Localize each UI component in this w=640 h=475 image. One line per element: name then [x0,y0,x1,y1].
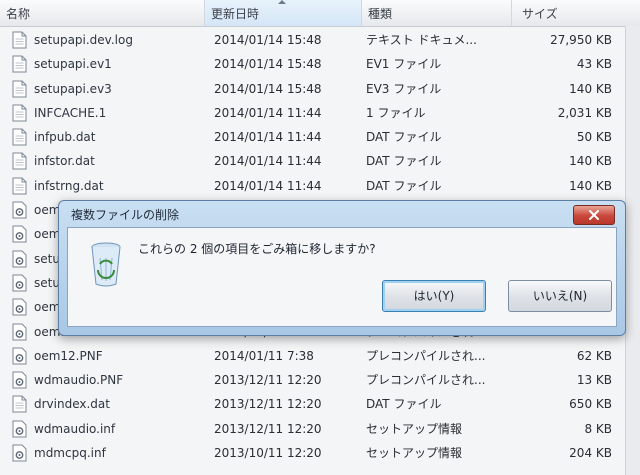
dialog-body: これらの 2 個の項目をごみ箱に移しますか? はい(Y) いいえ(N) [67,227,617,327]
file-date: 2014/01/14 11:44 [214,105,322,120]
file-date: 2013/12/11 12:20 [214,397,322,412]
dialog-close-button[interactable] [573,205,615,225]
file-type: DAT ファイル [366,130,442,145]
file-icon [12,177,27,195]
file-icon [12,80,27,98]
file-date: 2014/01/14 15:48 [214,81,322,96]
file-type: 1 ファイル [366,105,426,120]
file-size: 8 KB [584,421,612,436]
file-date: 2014/01/14 15:48 [214,57,322,72]
file-type: セットアップ情報 [366,421,463,436]
setup-file-icon [12,298,27,316]
close-icon [589,210,599,220]
file-size: 27,950 KB [550,33,612,47]
file-row[interactable]: wdmaudio.inf 2013/12/11 12:20 セットアップ情報 8 KB [0,417,640,441]
file-row[interactable]: drvindex.dat 2013/12/11 12:20 DAT ファイル 650 … [0,392,640,416]
delete-files-dialog: 複数ファイルの削除 これらの 2 個の項目をごみ箱に移しますか? はい(Y) い… [58,200,626,336]
file-date: 2013/12/11 12:20 [214,421,322,436]
file-row[interactable]: infstor.dat 2014/01/14 11:44 DAT ファイル 140 K… [0,149,640,173]
setup-file-icon [12,250,27,268]
file-name: setupapi.ev1 [34,57,112,72]
file-date: 2013/12/11 12:20 [214,373,322,388]
file-icon [12,31,27,49]
file-date: 2014/01/11 7:38 [214,348,314,363]
file-type: セットアップ情報 [366,446,463,461]
file-size: 140 KB [569,178,612,193]
file-date: 2014/01/14 11:44 [214,178,322,193]
file-row[interactable]: infstrng.dat 2014/01/14 11:44 DAT ファイル 140 … [0,174,640,198]
file-name: wdmaudio.PNF [34,373,124,388]
file-name: infpub.dat [34,130,96,145]
file-size: 2,031 KB [557,105,612,120]
setup-file-icon [12,274,27,292]
file-icon [12,128,27,146]
file-icon [12,55,27,73]
no-button[interactable]: いいえ(N) [508,280,612,312]
column-header: 名称 更新日時 種類 サイズ [0,0,640,27]
setup-file-icon [12,420,27,438]
file-name: INFCACHE.1 [34,105,107,120]
yes-button[interactable]: はい(Y) [382,280,486,312]
column-size[interactable]: サイズ [512,0,640,26]
file-size: 43 KB [576,57,612,72]
file-type: EV3 ファイル [366,81,442,96]
file-size: 13 KB [576,373,612,388]
file-name: oem12.PNF [34,348,103,363]
dialog-message: これらの 2 個の項目をごみ箱に移しますか? [138,242,376,256]
file-icon [12,395,27,413]
file-icon [12,152,27,170]
file-size: 650 KB [569,397,612,412]
file-row[interactable]: setupapi.ev1 2014/01/14 15:48 EV1 ファイル 43 K… [0,52,640,76]
file-date: 2014/01/14 15:48 [214,33,322,47]
column-type[interactable]: 種類 [362,0,512,26]
setup-file-icon [12,444,27,462]
file-name: mdmcpq.inf [34,446,106,461]
setup-file-icon [12,201,27,219]
file-row[interactable]: mdmcpq.inf 2013/10/11 12:20 セットアップ情報 204 KB [0,441,640,465]
file-name: drvindex.dat [34,397,110,412]
file-type: テキスト ドキュメ... [366,33,477,47]
setup-file-icon [12,323,27,341]
file-type: プレコンパイルされ... [366,373,486,388]
file-name: infstor.dat [34,154,95,169]
sort-ascending-icon [278,0,286,4]
file-name: infstrng.dat [34,178,104,193]
file-date: 2014/01/14 11:44 [214,154,322,169]
recycle-bin-icon [91,242,121,287]
file-name: wdmaudio.inf [34,421,116,436]
setup-file-icon [12,225,27,243]
setup-file-icon [12,347,27,365]
file-size: 62 KB [576,348,612,363]
file-row[interactable]: setupapi.dev.log 2014/01/14 15:48 テキスト ドキュ… [0,28,640,52]
setup-file-icon [12,371,27,389]
column-name[interactable]: 名称 [0,0,205,26]
file-type: DAT ファイル [366,154,442,169]
file-type: EV1 ファイル [366,57,442,72]
file-date: 2014/01/14 11:44 [214,130,322,145]
file-name: setupapi.dev.log [34,33,133,47]
file-icon [12,104,27,122]
file-type: DAT ファイル [366,178,442,193]
file-row[interactable]: INFCACHE.1 2014/01/14 11:44 1 ファイル 2,031 KB [0,101,640,125]
file-size: 50 KB [576,130,612,145]
file-type: DAT ファイル [366,397,442,412]
file-row[interactable]: infpub.dat 2014/01/14 11:44 DAT ファイル 50 KB [0,125,640,149]
file-size: 140 KB [569,81,612,96]
file-type: プレコンパイルされ... [366,348,486,363]
file-size: 204 KB [569,446,612,461]
file-date: 2013/10/11 12:20 [214,446,322,461]
file-row[interactable]: oem12.PNF 2014/01/11 7:38 プレコンパイルされ... 62 K… [0,344,640,368]
file-size: 140 KB [569,154,612,169]
file-row[interactable]: wdmaudio.PNF 2013/12/11 12:20 プレコンパイルされ...… [0,368,640,392]
dialog-title: 複数ファイルの削除 [71,208,180,222]
file-name: setupapi.ev3 [34,81,112,96]
vertical-scrollbar[interactable] [625,26,640,475]
file-row[interactable]: setupapi.ev3 2014/01/14 15:48 EV3 ファイル 140 … [0,77,640,101]
